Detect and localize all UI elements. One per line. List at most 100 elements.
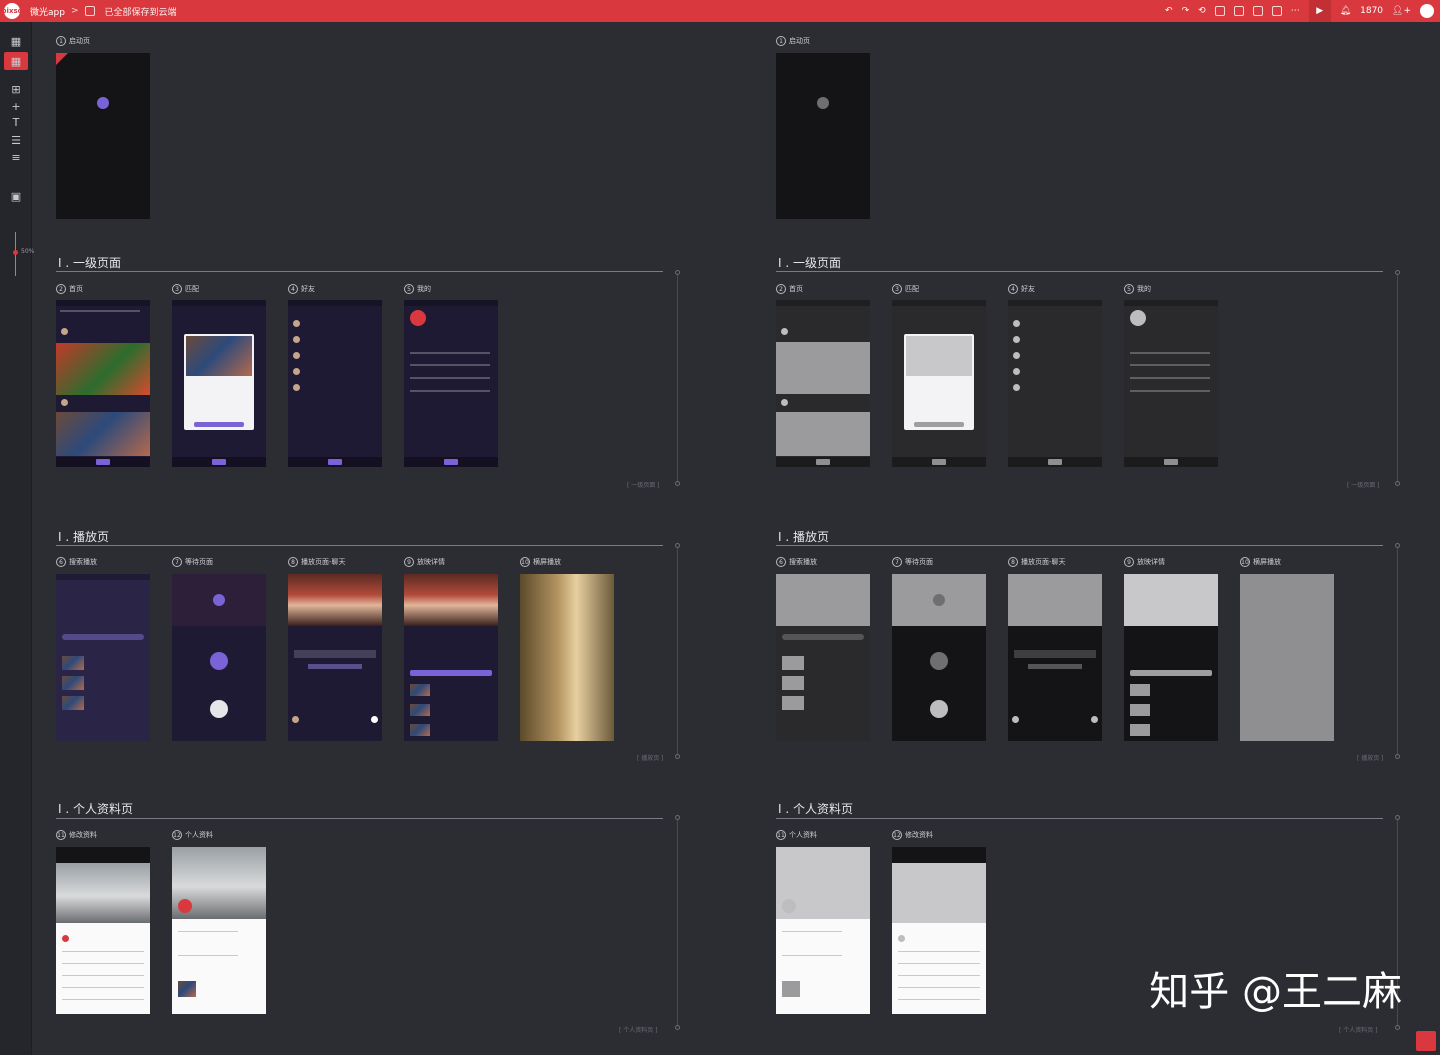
wireframe-launch[interactable] xyxy=(776,53,870,219)
search-bar[interactable] xyxy=(62,634,144,640)
avatar xyxy=(782,899,796,913)
share-icon[interactable] xyxy=(1271,6,1282,16)
breadcrumb-project[interactable]: 微光app xyxy=(30,5,65,18)
avatar xyxy=(293,320,300,327)
screen-number: 11 xyxy=(56,830,66,840)
add-folder-icon[interactable]: ⊞ xyxy=(6,82,26,96)
plus-button[interactable] xyxy=(816,459,830,465)
plus-icon[interactable]: + xyxy=(6,99,26,113)
screen-label-11[interactable]: 11 修改资料 xyxy=(56,830,97,840)
screen-label-5[interactable]: 5 我的 xyxy=(404,284,431,294)
notification-count[interactable]: 1870 xyxy=(1360,6,1383,16)
wireframe-waiting[interactable] xyxy=(892,574,986,741)
mockup-edit-profile[interactable] xyxy=(56,847,150,1014)
screen-label-9[interactable]: 9 放映详情 xyxy=(1124,557,1165,567)
play-icon[interactable] xyxy=(933,594,945,606)
mockup-search-play[interactable] xyxy=(56,574,150,741)
plus-button[interactable] xyxy=(932,459,946,465)
pages-icon[interactable]: ▦ xyxy=(6,34,26,48)
wireframe-edit-profile[interactable] xyxy=(892,847,986,1014)
frame-icon[interactable] xyxy=(1233,6,1244,16)
redo-icon[interactable]: ↷ xyxy=(1182,6,1190,16)
mockup-home[interactable] xyxy=(56,300,150,467)
avatar xyxy=(371,716,378,723)
screen-label-2[interactable]: 2 首页 xyxy=(776,284,803,294)
screen-label-10[interactable]: 10 横屏播放 xyxy=(520,557,561,567)
list-icon[interactable]: ☰ xyxy=(6,133,26,147)
mockup-detail[interactable] xyxy=(404,574,498,741)
file-icon[interactable] xyxy=(84,6,95,16)
bell-icon[interactable]: 🔔︎ xyxy=(1340,6,1351,16)
zoom-handle[interactable] xyxy=(13,250,18,255)
screen-label-5[interactable]: 5 我的 xyxy=(1124,284,1151,294)
grid-icon[interactable]: ▦ xyxy=(4,52,28,70)
wireframe-search-play[interactable] xyxy=(776,574,870,741)
screen-label-9[interactable]: 9 放映详情 xyxy=(404,557,445,567)
wireframe-profile[interactable] xyxy=(776,847,870,1014)
mockup-launch[interactable] xyxy=(56,53,150,219)
plus-button[interactable] xyxy=(96,459,110,465)
screen-label-3[interactable]: 3 匹配 xyxy=(172,284,199,294)
screen-number: 6 xyxy=(776,557,786,567)
wireframe-home[interactable] xyxy=(776,300,870,467)
menu-icon[interactable]: ≡ xyxy=(6,150,26,164)
screen-label-8[interactable]: 8 播放页面-聊天 xyxy=(288,557,346,567)
screen-label-12[interactable]: 12 修改资料 xyxy=(892,830,933,840)
plus-button[interactable] xyxy=(1164,459,1178,465)
device-icon[interactable]: ▣ xyxy=(6,189,26,203)
wireframe-detail[interactable] xyxy=(1124,574,1218,741)
mockup-me[interactable] xyxy=(404,300,498,467)
more-icon[interactable]: ⋯ xyxy=(1291,6,1300,16)
avatar xyxy=(62,935,69,942)
screen-label-3[interactable]: 3 匹配 xyxy=(892,284,919,294)
calendar-icon[interactable] xyxy=(1214,6,1225,16)
mockup-profile[interactable] xyxy=(172,847,266,1014)
wireframe-match[interactable] xyxy=(892,300,986,467)
download-icon[interactable] xyxy=(1252,6,1263,16)
join-button[interactable] xyxy=(410,670,492,676)
mockup-friends[interactable] xyxy=(288,300,382,467)
play-icon[interactable] xyxy=(213,594,225,606)
wireframe-play-chat[interactable] xyxy=(1008,574,1102,741)
search-bar[interactable] xyxy=(782,634,864,640)
plus-button[interactable] xyxy=(1048,459,1062,465)
trash-icon[interactable] xyxy=(1416,1031,1436,1051)
mockup-landscape[interactable] xyxy=(520,574,614,741)
plus-button[interactable] xyxy=(328,459,342,465)
status-bar xyxy=(776,300,870,306)
app-logo[interactable]: pixso xyxy=(2,3,22,19)
join-button[interactable] xyxy=(1130,670,1212,676)
plus-button[interactable] xyxy=(212,459,226,465)
screen-label-4[interactable]: 4 好友 xyxy=(288,284,315,294)
text-icon[interactable]: T xyxy=(6,115,26,129)
screen-title: 放映详情 xyxy=(417,558,445,566)
wireframe-friends[interactable] xyxy=(1008,300,1102,467)
screen-label-7[interactable]: 7 等待页面 xyxy=(172,557,213,567)
start-match-button[interactable] xyxy=(194,422,244,427)
nav-bar xyxy=(892,847,986,863)
screen-label-1[interactable]: 1 启动页 xyxy=(776,36,810,46)
screen-label-11[interactable]: 11 个人资料 xyxy=(776,830,817,840)
undo-icon[interactable]: ↶ xyxy=(1165,6,1173,16)
history-icon[interactable]: ⟲ xyxy=(1198,6,1206,16)
screen-label-2[interactable]: 2 首页 xyxy=(56,284,83,294)
avatar[interactable] xyxy=(1420,4,1434,18)
screen-label-8[interactable]: 8 播放页面-聊天 xyxy=(1008,557,1066,567)
mockup-match[interactable] xyxy=(172,300,266,467)
screen-label-4[interactable]: 4 好友 xyxy=(1008,284,1035,294)
screen-label-1[interactable]: 1 启动页 xyxy=(56,36,90,46)
wireframe-me[interactable] xyxy=(1124,300,1218,467)
add-user-icon[interactable]: 👤︎+ xyxy=(1392,6,1411,16)
screen-label-6[interactable]: 6 搜索播放 xyxy=(56,557,97,567)
mockup-waiting[interactable] xyxy=(172,574,266,741)
screen-label-10[interactable]: 10 横屏播放 xyxy=(1240,557,1281,567)
screen-label-7[interactable]: 7 等待页面 xyxy=(892,557,933,567)
screen-label-6[interactable]: 6 搜索播放 xyxy=(776,557,817,567)
start-match-button[interactable] xyxy=(914,422,964,427)
plus-button[interactable] xyxy=(444,459,458,465)
screen-label-12[interactable]: 12 个人资料 xyxy=(172,830,213,840)
screen-title: 启动页 xyxy=(69,37,90,45)
wireframe-landscape[interactable] xyxy=(1240,574,1334,741)
mockup-play-chat[interactable] xyxy=(288,574,382,741)
play-button[interactable]: ▶ xyxy=(1308,0,1331,22)
